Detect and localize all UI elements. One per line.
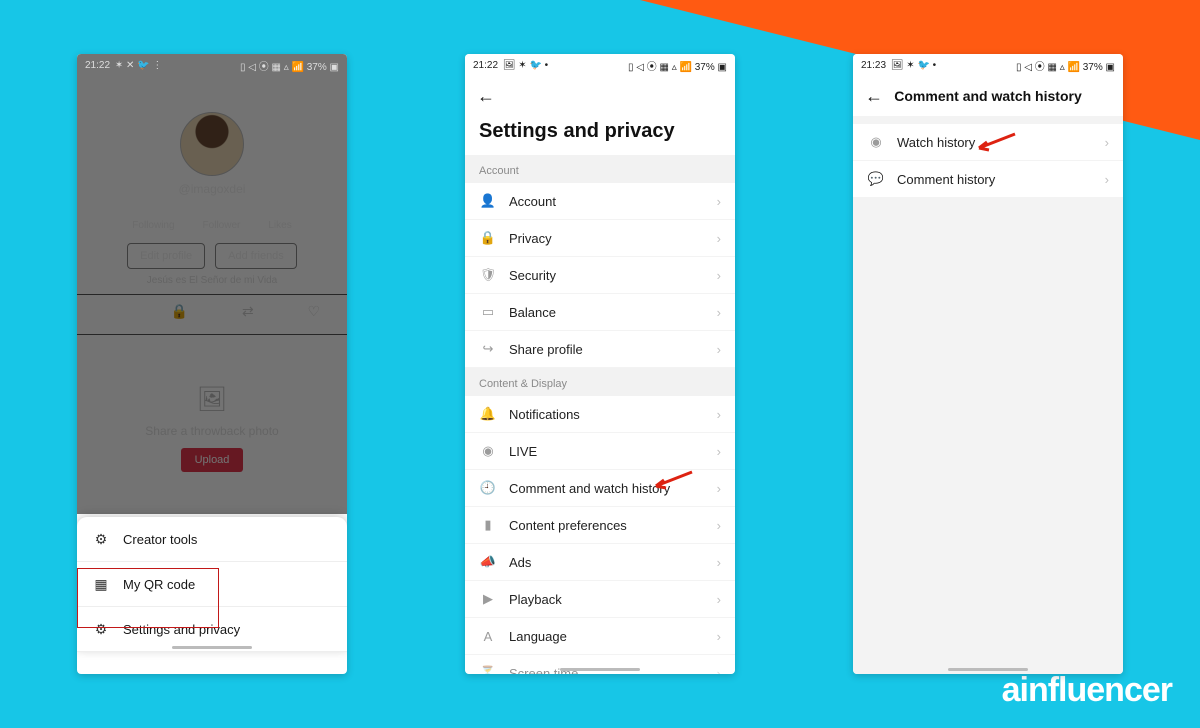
row-language[interactable]: ALanguage› [465,618,735,655]
person-icon: 👤 [479,193,497,209]
chevron-right-icon: › [717,268,721,283]
chevron-right-icon: › [717,592,721,607]
chevron-right-icon: › [717,407,721,422]
status-right-icons: ▯ ◁ ⦿ ▦ ▵ 📶 37% ▣ [1016,62,1115,73]
row-screen-time[interactable]: ⏳Screen time› [465,655,735,674]
section-header-content: Content & Display [465,368,735,396]
play-circle-icon: ◉ [867,134,885,150]
status-bar: 21:22 🖼 ✶ 🐦 • ▯ ◁ ⦿ ▦ ▵ 📶 37% ▣ [465,54,735,76]
status-bar: 21:23 🖼 ✶ 🐦 • ▯ ◁ ⦿ ▦ ▵ 📶 37% ▣ [853,54,1123,76]
live-icon: ◉ [479,443,497,459]
status-time: 21:23 [861,60,886,71]
status-time: 21:22 [85,60,110,71]
row-account[interactable]: 👤Account› [465,183,735,220]
shield-icon: 🛡 [479,267,497,283]
video-icon: ▮ [479,517,497,533]
page-title: Settings and privacy [465,116,735,155]
language-icon: A [479,629,497,644]
page-title: Comment and watch history [894,88,1081,104]
home-indicator [948,668,1028,671]
chevron-right-icon: › [717,194,721,209]
row-balance[interactable]: ▭Balance› [465,294,735,331]
screenshot-profile: 21:22 ✶ ✕ 🐦 ⋮ ▯ ◁ ⦿ ▦ ▵ 📶 37% ▣ Imago De… [77,54,347,674]
sheet-creator-tools[interactable]: ⚙ Creator tools [77,517,347,562]
brand-watermark: ainfluencer [1002,671,1172,710]
status-right-icons: ▯ ◁ ⦿ ▦ ▵ 📶 37% ▣ [628,62,727,73]
chevron-right-icon: › [1105,172,1109,187]
chevron-right-icon: › [717,231,721,246]
chevron-right-icon: › [717,342,721,357]
modal-overlay[interactable] [77,54,347,514]
section-header-account: Account [465,155,735,183]
status-time: 21:22 [473,60,498,71]
play-icon: ▶ [479,591,497,607]
row-share-profile[interactable]: ↪Share profile› [465,331,735,368]
status-bar: 21:22 ✶ ✕ 🐦 ⋮ ▯ ◁ ⦿ ▦ ▵ 📶 37% ▣ [77,54,347,76]
share-icon: ↪ [479,341,497,357]
qr-icon: ▦ [91,576,111,593]
person-gear-icon: ⚙ [91,531,111,548]
megaphone-icon: 📣 [479,554,497,570]
chevron-right-icon: › [717,666,721,675]
chevron-right-icon: › [717,518,721,533]
sheet-label: Creator tools [123,532,197,547]
gear-icon: ⚙ [91,621,111,638]
lock-icon: 🔒 [479,230,497,246]
row-comment-history[interactable]: 💬Comment history› [853,161,1123,198]
chevron-right-icon: › [717,481,721,496]
bottom-sheet: ⚙ Creator tools ▦ My QR code ⚙ Settings … [77,517,347,652]
clock-icon: 🕘 [479,480,497,496]
chevron-right-icon: › [717,629,721,644]
screenshot-settings: 21:22 🖼 ✶ 🐦 • ▯ ◁ ⦿ ▦ ▵ 📶 37% ▣ ← Settin… [465,54,735,674]
sheet-label: My QR code [123,577,195,592]
hourglass-icon: ⏳ [479,665,497,674]
row-live[interactable]: ◉LIVE› [465,433,735,470]
sheet-qr-code[interactable]: ▦ My QR code [77,562,347,607]
chat-icon: 💬 [867,171,885,187]
header: ← Comment and watch history [853,76,1123,116]
row-privacy[interactable]: 🔒Privacy› [465,220,735,257]
header: ← [465,76,735,116]
row-ads[interactable]: 📣Ads› [465,544,735,581]
home-indicator [560,668,640,671]
status-left-icons: 🖼 ✶ 🐦 • [503,60,548,71]
row-playback[interactable]: ▶Playback› [465,581,735,618]
row-watch-history[interactable]: ◉Watch history› [853,124,1123,161]
sheet-label: Settings and privacy [123,622,240,637]
status-left-icons: ✶ ✕ 🐦 ⋮ [115,60,163,71]
row-notifications[interactable]: 🔔Notifications› [465,396,735,433]
row-content-preferences[interactable]: ▮Content preferences› [465,507,735,544]
back-arrow-icon[interactable]: ← [865,86,883,107]
chevron-right-icon: › [717,305,721,320]
row-comment-watch-history[interactable]: 🕘Comment and watch history› [465,470,735,507]
wallet-icon: ▭ [479,304,497,320]
status-right-icons: ▯ ◁ ⦿ ▦ ▵ 📶 37% ▣ [240,62,339,73]
status-left-icons: 🖼 ✶ 🐦 • [891,60,936,71]
screenshot-history: 21:23 🖼 ✶ 🐦 • ▯ ◁ ⦿ ▦ ▵ 📶 37% ▣ ← Commen… [853,54,1123,674]
bell-icon: 🔔 [479,406,497,422]
chevron-right-icon: › [717,444,721,459]
home-indicator [172,646,252,649]
back-arrow-icon[interactable]: ← [477,86,495,107]
chevron-right-icon: › [717,555,721,570]
chevron-right-icon: › [1105,135,1109,150]
row-security[interactable]: 🛡Security› [465,257,735,294]
